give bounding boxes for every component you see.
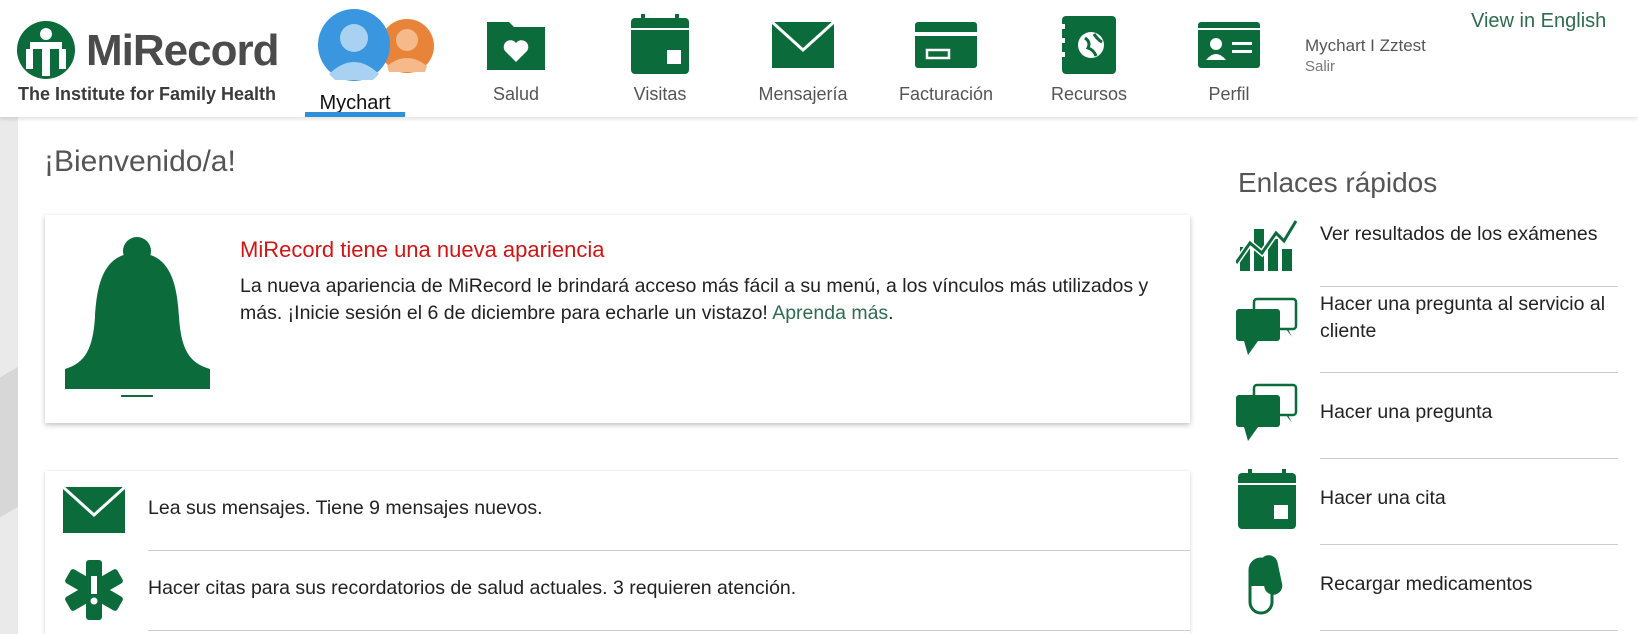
brand-logo[interactable]: MiRecord The Institute for Family Health bbox=[16, 18, 296, 108]
announcement-title: MiRecord tiene una nueva apariencia bbox=[240, 237, 605, 262]
activity-list: Lea sus mensajes. Tiene 9 mensajes nuevo… bbox=[45, 471, 1190, 634]
quick-links-title: Enlaces rápidos bbox=[1238, 167, 1438, 198]
mirecord-logo-icon bbox=[17, 21, 75, 79]
list-item-text: Hacer citas para sus recordatorios de sa… bbox=[148, 577, 797, 599]
announcement-period: . bbox=[888, 302, 894, 324]
envelope-icon bbox=[63, 485, 125, 533]
people-avatars-icon bbox=[318, 9, 434, 81]
nav-label-salud: Salud bbox=[492, 84, 540, 104]
calendar-icon bbox=[631, 14, 689, 74]
divider bbox=[148, 630, 1190, 631]
bell-icon bbox=[65, 237, 210, 397]
top-header: MiRecord The Institute for Family Health… bbox=[0, 0, 1638, 117]
nav-label-perfil: Perfil bbox=[1208, 84, 1250, 104]
nav-item-mychart[interactable]: Mychart bbox=[305, 8, 434, 117]
nav-label-mensajeria: Mensajería bbox=[758, 84, 848, 104]
main-content: ¡Bienvenido/a! MiRecord tiene una nueva … bbox=[18, 117, 1218, 634]
nav-item-salud[interactable]: Salud bbox=[451, 14, 581, 109]
divider bbox=[1320, 630, 1618, 631]
nav-label-facturacion: Facturación bbox=[898, 84, 994, 104]
quick-link-schedule-appointment[interactable]: Hacer una cita bbox=[1236, 459, 1618, 545]
id-card-icon bbox=[1198, 22, 1260, 68]
quick-link-label: Hacer una pregunta bbox=[1320, 401, 1493, 423]
quick-link-label: Hacer una cita bbox=[1320, 487, 1446, 509]
announcement-text: La nueva apariencia de MiRecord le brind… bbox=[240, 275, 1149, 324]
quick-link-test-results[interactable]: Ver resultados de los exámenes bbox=[1236, 201, 1618, 287]
announcement-card: MiRecord tiene una nueva apariencia La n… bbox=[45, 215, 1190, 423]
envelope-icon bbox=[772, 20, 834, 68]
quick-link-refill-medications[interactable]: Recargar medicamentos bbox=[1236, 545, 1618, 631]
chat-bubbles-icon bbox=[1236, 297, 1298, 355]
chat-bubbles-icon bbox=[1236, 383, 1298, 441]
nav-item-perfil[interactable]: Perfil bbox=[1164, 14, 1294, 109]
page-title: ¡Bienvenido/a! bbox=[44, 145, 236, 178]
quick-link-label: Recargar medicamentos bbox=[1320, 573, 1533, 595]
globe-book-icon bbox=[1060, 16, 1116, 74]
list-item-health-reminders[interactable]: Hacer citas para sus recordatorios de sa… bbox=[45, 551, 1190, 631]
folder-heart-icon bbox=[487, 22, 545, 70]
quick-links-sidebar: Enlaces rápidos Ver resultados de los ex… bbox=[1218, 117, 1638, 634]
quick-link-customer-service[interactable]: Hacer una pregunta al servicio al client… bbox=[1236, 287, 1618, 373]
list-item-text: Lea sus mensajes. Tiene 9 mensajes nuevo… bbox=[148, 497, 543, 519]
nav-item-recursos[interactable]: Recursos bbox=[1024, 14, 1154, 109]
nav-label-recursos: Recursos bbox=[1050, 84, 1128, 104]
active-tab-indicator bbox=[305, 112, 405, 117]
quick-link-label: Hacer una pregunta al servicio al client… bbox=[1320, 293, 1606, 342]
calendar-icon bbox=[1238, 469, 1296, 529]
nav-item-facturacion[interactable]: Facturación bbox=[881, 14, 1011, 109]
user-name: Mychart I Zztest bbox=[1305, 36, 1426, 55]
nav-item-mensajeria[interactable]: Mensajería bbox=[738, 14, 868, 109]
announcement-body: La nueva apariencia de MiRecord le brind… bbox=[240, 273, 1170, 327]
medical-star-icon bbox=[65, 560, 123, 620]
nav-label-visitas: Visitas bbox=[633, 84, 687, 104]
logout-link[interactable]: Salir bbox=[1305, 58, 1426, 75]
brand-subtitle: The Institute for Family Health bbox=[18, 84, 277, 104]
credit-card-icon bbox=[915, 22, 977, 68]
learn-more-link[interactable]: Aprenda más bbox=[772, 302, 888, 324]
list-item-messages[interactable]: Lea sus mensajes. Tiene 9 mensajes nuevo… bbox=[45, 471, 1190, 551]
nav-item-visitas[interactable]: Visitas bbox=[595, 14, 725, 109]
chart-results-icon bbox=[1236, 219, 1298, 271]
quick-link-label: Ver resultados de los exámenes bbox=[1320, 223, 1598, 245]
quick-link-ask-question[interactable]: Hacer una pregunta bbox=[1236, 373, 1618, 459]
user-info: Mychart I Zztest Salir bbox=[1305, 36, 1426, 75]
view-in-english-link[interactable]: View in English bbox=[1471, 10, 1606, 33]
brand-name: MiRecord bbox=[86, 26, 279, 75]
pill-icon bbox=[1248, 555, 1283, 615]
